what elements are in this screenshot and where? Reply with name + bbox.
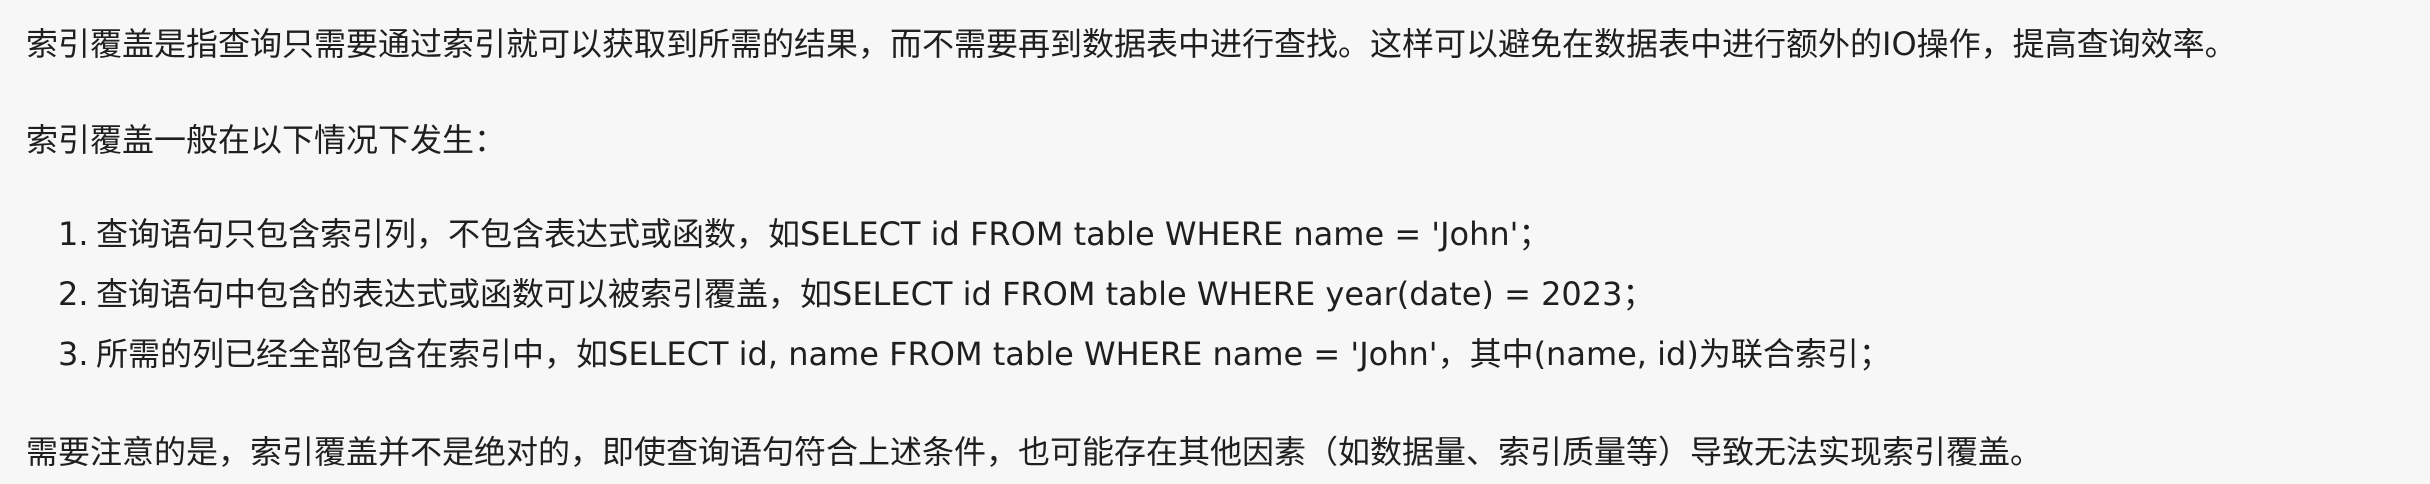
intro-paragraph: 索引覆盖是指查询只需要通过索引就可以获取到所需的结果，而不需要再到数据表中进行查… <box>26 25 2237 63</box>
list-item: 2. 查询语句中包含的表达式或函数可以被索引覆盖，如SELECT id FROM … <box>58 270 1891 330</box>
answer-content: 索引覆盖是指查询只需要通过索引就可以获取到所需的结果，而不需要再到数据表中进行查… <box>0 0 2430 484</box>
list-item-text: 所需的列已经全部包含在索引中，如SELECT id, name FROM tab… <box>96 335 1891 373</box>
list-item-number: 1. <box>58 215 89 253</box>
list-item-number: 2. <box>58 275 89 313</box>
list-item-text: 查询语句只包含索引列，不包含表达式或函数，如SELECT id FROM tab… <box>96 215 1551 253</box>
list-item: 1. 查询语句只包含索引列，不包含表达式或函数，如SELECT id FROM t… <box>58 210 1891 270</box>
note-paragraph: 需要注意的是，索引覆盖并不是绝对的，即使查询语句符合上述条件，也可能存在其他因素… <box>26 433 2043 471</box>
list-item-number: 3. <box>58 335 89 373</box>
list-item-text: 查询语句中包含的表达式或函数可以被索引覆盖，如SELECT id FROM ta… <box>96 275 1655 313</box>
list-item: 3. 所需的列已经全部包含在索引中，如SELECT id, name FROM t… <box>58 330 1891 390</box>
conditions-list: 1. 查询语句只包含索引列，不包含表达式或函数，如SELECT id FROM t… <box>58 210 1891 390</box>
lead-paragraph: 索引覆盖一般在以下情况下发生： <box>26 121 507 159</box>
